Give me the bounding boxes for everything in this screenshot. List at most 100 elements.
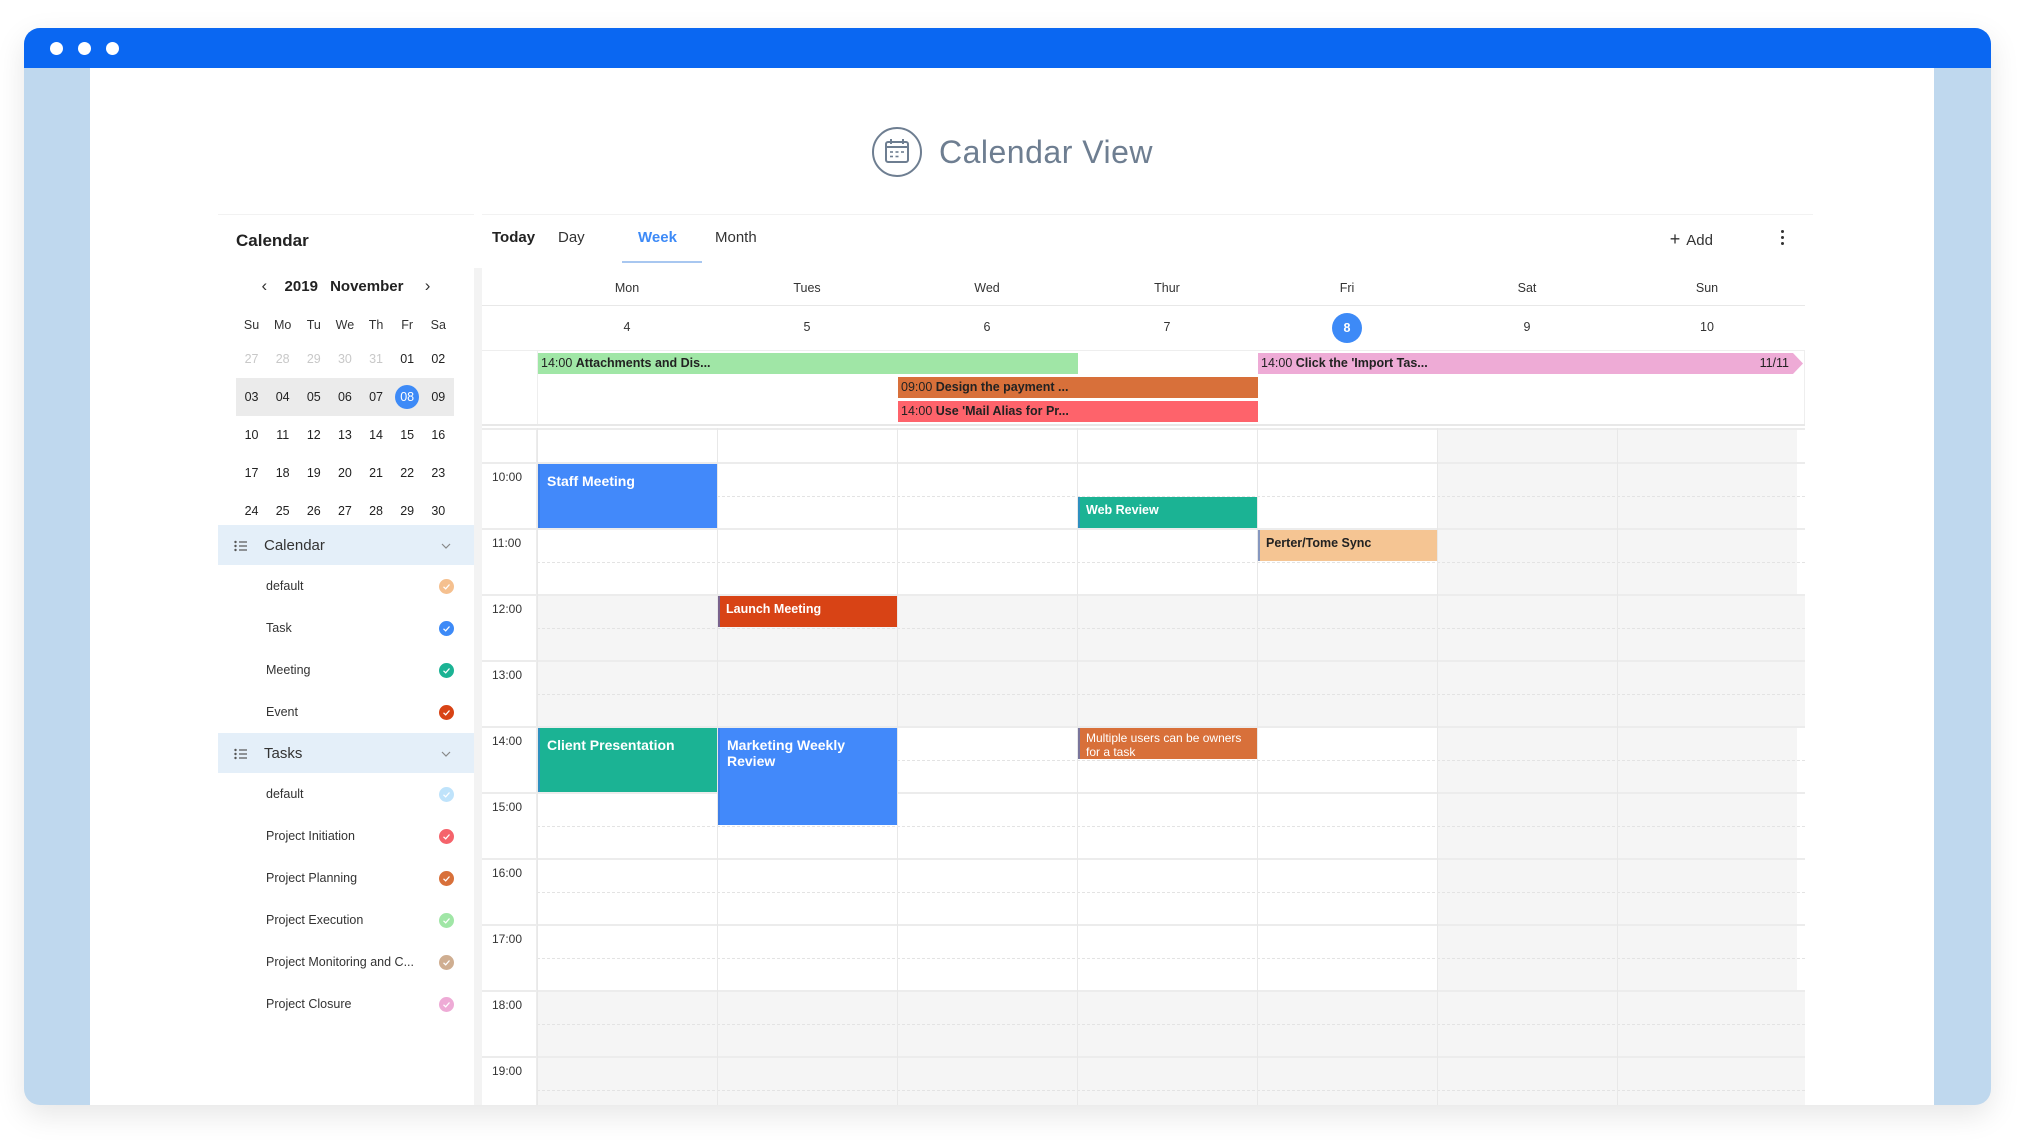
chevron-down-icon[interactable]	[440, 747, 452, 759]
mini-calendar-day[interactable]: 18	[267, 466, 298, 480]
checkbox-checked-icon[interactable]	[439, 704, 454, 720]
mini-calendar-day[interactable]: 16	[423, 428, 454, 442]
mini-calendar-day[interactable]: 28	[361, 504, 392, 518]
date-header[interactable]: 6	[897, 320, 1077, 334]
event-block[interactable]: Multiple users can be owners for a task	[1078, 728, 1257, 759]
calendar-group-tasks[interactable]: Tasks	[218, 733, 474, 773]
mini-calendar-day[interactable]: 14	[361, 428, 392, 442]
date-header[interactable]: 5	[717, 320, 897, 334]
checkbox-checked-icon[interactable]	[439, 578, 454, 594]
event-block[interactable]: Client Presentation	[538, 728, 717, 792]
mini-calendar-day[interactable]: 06	[329, 390, 360, 404]
window-dot-icon[interactable]	[106, 42, 119, 55]
all-day-event[interactable]: 09:00 Design the payment ...	[898, 377, 1258, 398]
mini-calendar-day[interactable]: 31	[361, 352, 392, 366]
calendar-list-item[interactable]: Event	[218, 691, 474, 733]
mini-calendar-day[interactable]: 03	[236, 390, 267, 404]
mini-calendar-day[interactable]: 05	[298, 390, 329, 404]
tab-day[interactable]: Day	[558, 229, 585, 246]
event-block[interactable]: Perter/Tome Sync	[1258, 530, 1437, 561]
checkbox-checked-icon[interactable]	[439, 786, 454, 802]
mini-calendar-day[interactable]: 24	[236, 504, 267, 518]
event-block[interactable]: Marketing Weekly Review	[718, 728, 897, 825]
mini-calendar-day[interactable]: 04	[267, 390, 298, 404]
mini-calendar-day[interactable]: 27	[236, 352, 267, 366]
chevron-down-icon[interactable]	[440, 539, 452, 551]
half-hour-line	[537, 694, 1805, 695]
event-block[interactable]: Launch Meeting	[718, 596, 897, 627]
mini-calendar-day[interactable]: 13	[329, 428, 360, 442]
mini-calendar-day[interactable]: 26	[298, 504, 329, 518]
event-block[interactable]: Staff Meeting	[538, 464, 717, 528]
mini-calendar-day[interactable]: 11	[267, 428, 298, 442]
mini-calendar-day[interactable]: 25	[267, 504, 298, 518]
date-header[interactable]: 8	[1257, 313, 1437, 343]
weekday-header-fri: Fri	[1339, 281, 1355, 295]
mini-calendar-day[interactable]: 17	[236, 466, 267, 480]
chevron-left-icon[interactable]: ‹	[252, 276, 276, 296]
chevron-right-icon[interactable]: ›	[416, 276, 440, 296]
tab-week[interactable]: Week	[638, 229, 677, 246]
tab-month[interactable]: Month	[715, 229, 757, 246]
time-label: 12:00	[492, 602, 523, 616]
calendar-list-item[interactable]: default	[218, 565, 474, 607]
day-number: 17	[244, 466, 259, 480]
hour-row: 13:00	[482, 660, 1805, 726]
checkbox-checked-icon[interactable]	[439, 828, 454, 844]
mini-calendar-day[interactable]: 09	[423, 390, 454, 404]
mini-calendar-day[interactable]: 30	[329, 352, 360, 366]
add-button[interactable]: + Add	[1670, 229, 1713, 250]
event-block[interactable]: Web Review	[1078, 497, 1257, 528]
more-vertical-icon[interactable]	[1777, 227, 1787, 249]
checkbox-checked-icon[interactable]	[439, 996, 454, 1012]
calendar-list-item[interactable]: Project Execution	[218, 899, 474, 941]
date-number: 4	[623, 320, 631, 334]
event-title: Perter/Tome Sync	[1266, 536, 1372, 550]
all-day-event[interactable]: 14:00 Use 'Mail Alias for Pr...	[898, 401, 1258, 422]
date-header[interactable]: 7	[1077, 320, 1257, 334]
mini-calendar-month[interactable]: November	[330, 278, 403, 295]
date-header[interactable]: 4	[537, 320, 717, 334]
mini-calendar-day[interactable]: 20	[329, 466, 360, 480]
mini-calendar-year[interactable]: 2019	[285, 278, 318, 295]
mini-calendar-day[interactable]: 23	[423, 466, 454, 480]
date-header[interactable]: 10	[1617, 320, 1797, 334]
checkbox-checked-icon[interactable]	[439, 662, 454, 678]
page-title: Calendar View	[938, 133, 1154, 170]
calendar-list-item[interactable]: Task	[218, 607, 474, 649]
calendar-list-item[interactable]: Project Planning	[218, 857, 474, 899]
mini-calendar-day[interactable]: 10	[236, 428, 267, 442]
mini-calendar-day[interactable]: 22	[392, 466, 423, 480]
mini-calendar-day[interactable]: 21	[361, 466, 392, 480]
mini-calendar-day[interactable]: 28	[267, 352, 298, 366]
mini-calendar-today[interactable]: 08	[392, 385, 423, 409]
checkbox-checked-icon[interactable]	[439, 954, 454, 970]
mini-calendar-day[interactable]: 29	[392, 504, 423, 518]
mini-calendar-day[interactable]: 19	[298, 466, 329, 480]
mini-calendar-day[interactable]: 30	[423, 504, 454, 518]
window-dot-icon[interactable]	[78, 42, 91, 55]
mini-calendar-day[interactable]: 12	[298, 428, 329, 442]
sidebar-scrollbar[interactable]	[474, 268, 482, 1105]
all-day-event[interactable]: 14:00 Attachments and Dis...	[538, 353, 1078, 374]
mini-calendar-day[interactable]: 29	[298, 352, 329, 366]
mini-calendar-day[interactable]: 01	[392, 352, 423, 366]
calendar-group-calendar[interactable]: Calendar	[218, 525, 474, 565]
calendar-list-item[interactable]: default	[218, 773, 474, 815]
checkbox-checked-icon[interactable]	[439, 870, 454, 886]
calendar-list-item[interactable]: Meeting	[218, 649, 474, 691]
mini-calendar-day[interactable]: 27	[329, 504, 360, 518]
calendar-list-item[interactable]: Project Monitoring and C...	[218, 941, 474, 983]
checkbox-checked-icon[interactable]	[439, 620, 454, 636]
mini-calendar-day[interactable]: 02	[423, 352, 454, 366]
mini-calendar-day[interactable]: 15	[392, 428, 423, 442]
window-dot-icon[interactable]	[50, 42, 63, 55]
calendar-list-item[interactable]: Project Initiation	[218, 815, 474, 857]
date-header[interactable]: 9	[1437, 320, 1617, 334]
weekday-header-wed: Wed	[974, 281, 1000, 295]
mini-calendar-day[interactable]: 07	[361, 390, 392, 404]
all-day-event[interactable]: 14:00 Click the 'Import Tas... 11/11	[1258, 353, 1803, 374]
calendar-list-item[interactable]: Project Closure	[218, 983, 474, 1025]
checkbox-checked-icon[interactable]	[439, 912, 454, 928]
today-button[interactable]: Today	[492, 229, 535, 246]
